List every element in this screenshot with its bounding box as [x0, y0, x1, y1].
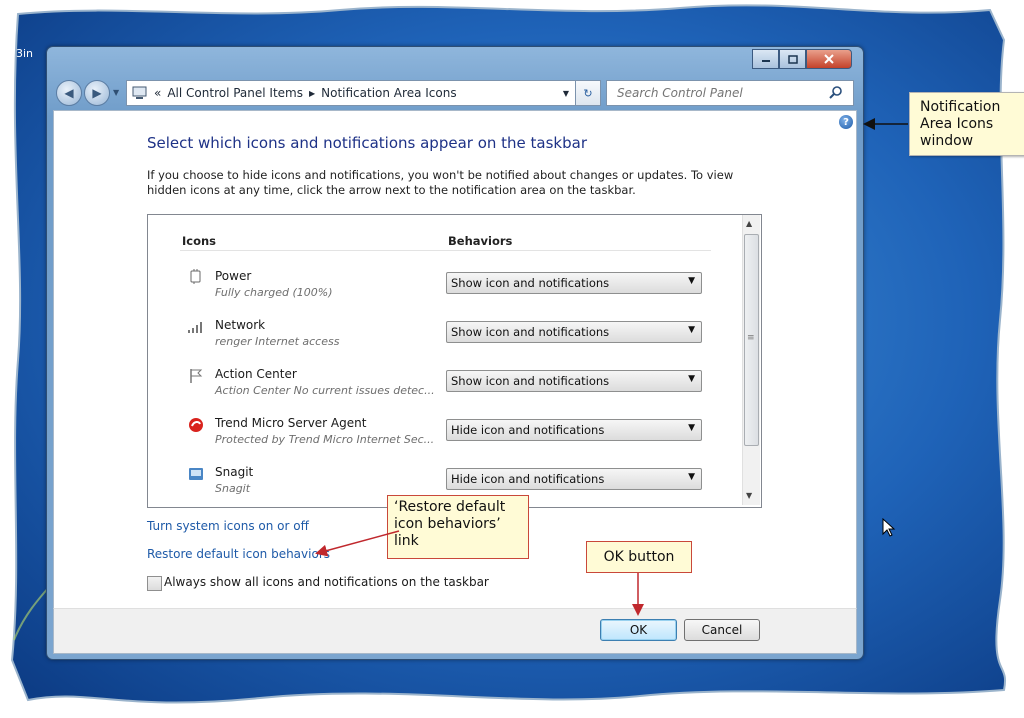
mouse-pointer-icon: [882, 518, 896, 537]
arrow-to-restore-link: [315, 530, 400, 557]
callout-arrows: [315, 118, 908, 616]
